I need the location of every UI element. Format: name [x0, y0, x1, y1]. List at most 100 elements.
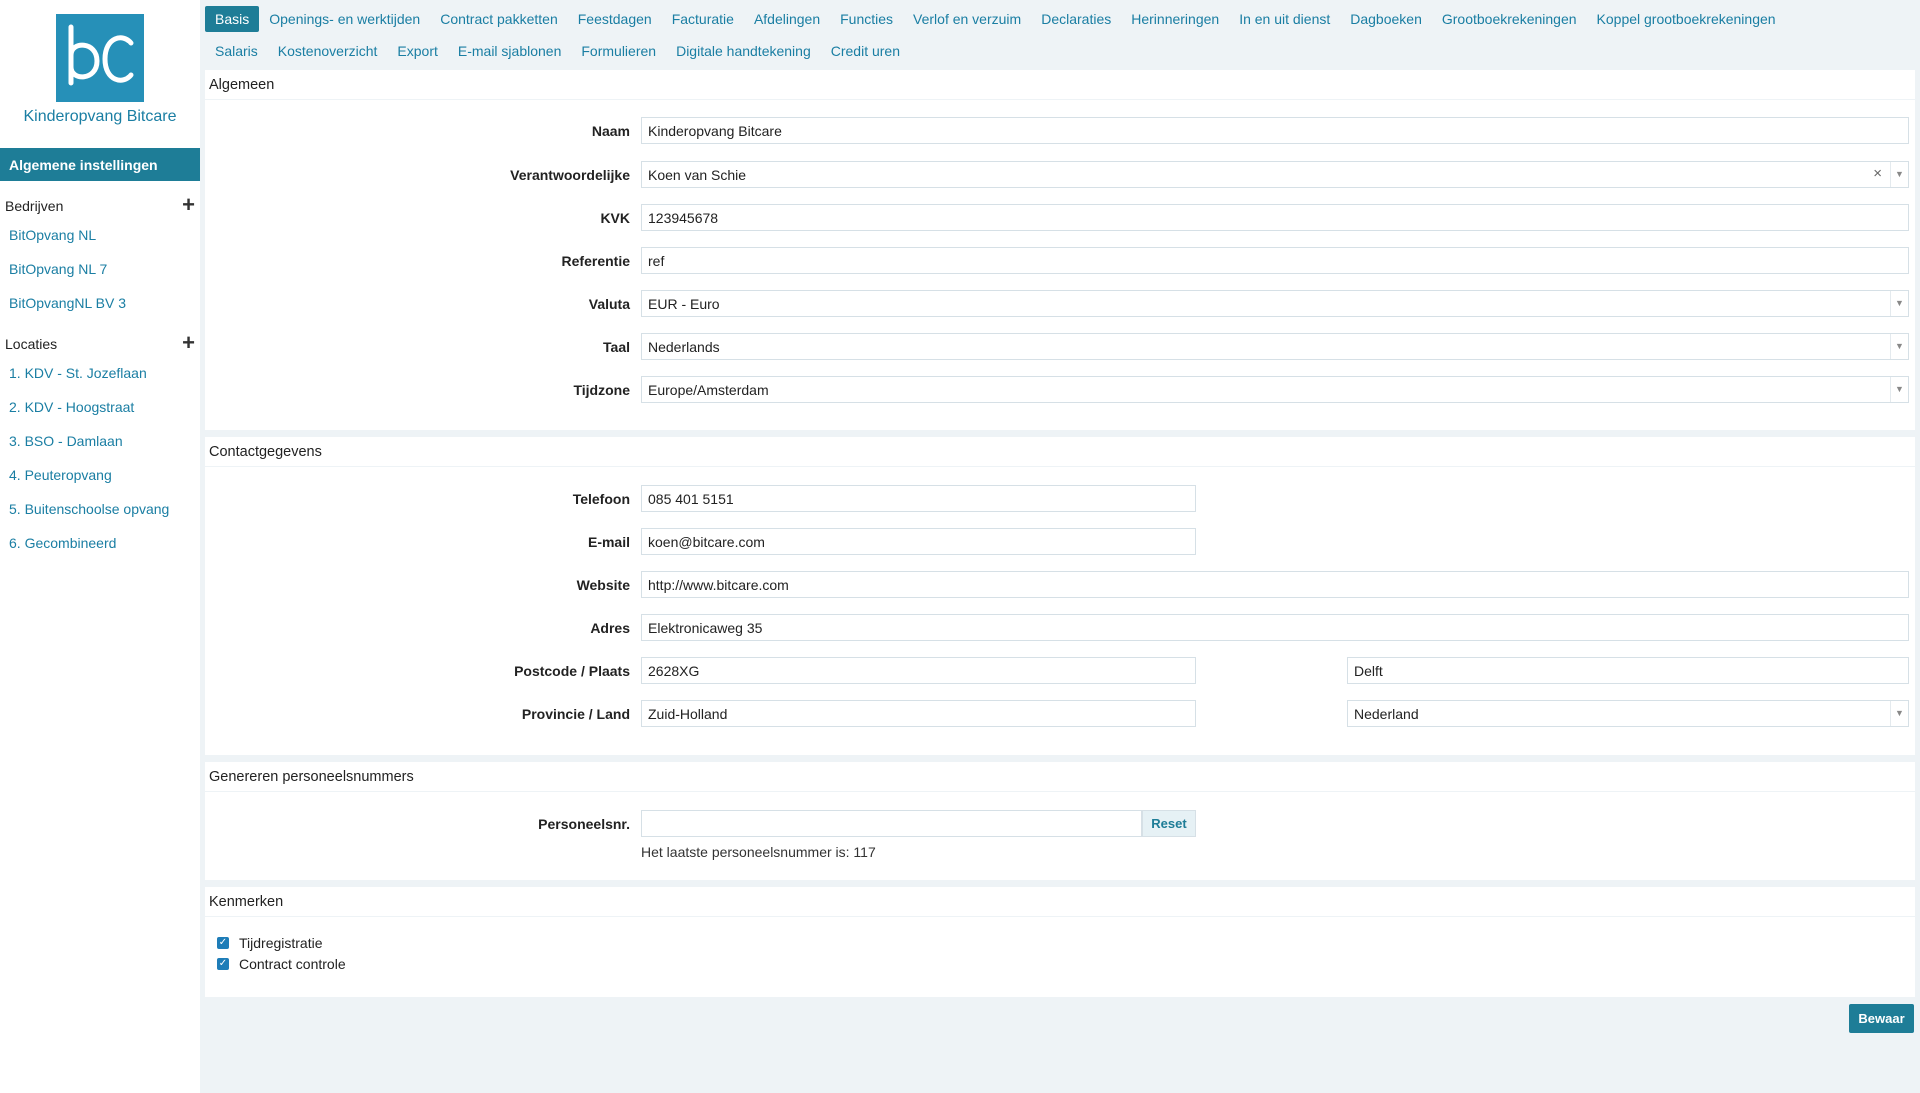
email-label: E-mail	[587, 534, 630, 550]
country-value: Nederland	[1354, 706, 1419, 722]
tab-ledger-accounts[interactable]: Grootboekrekeningen	[1432, 6, 1587, 32]
tab-functions[interactable]: Functies	[830, 6, 903, 32]
tab-link-ledger-accounts[interactable]: Koppel grootboekrekeningen	[1587, 6, 1786, 32]
tab-basis[interactable]: Basis	[205, 6, 260, 32]
timezone-label: Tijdzone	[573, 382, 630, 398]
province-country-label: Provincie / Land	[521, 706, 630, 722]
location-link[interactable]: 5. Buitenschoolse opvang	[9, 501, 169, 517]
postal-code-input[interactable]	[641, 657, 1196, 684]
contact-panel: Contactgegevens Telefoon E-mail Website …	[205, 437, 1915, 755]
tab-reminders[interactable]: Herinneringen	[1121, 6, 1229, 32]
city-input[interactable]	[1347, 657, 1909, 684]
tab-journals[interactable]: Dagboeken	[1340, 6, 1432, 32]
companies-header-label: Bedrijven	[5, 198, 64, 214]
feature-contract-control: ✓ Contract controle	[217, 956, 346, 972]
tab-contract-packages[interactable]: Contract pakketten	[430, 6, 568, 32]
logo-icon	[56, 14, 144, 102]
province-input[interactable]	[641, 700, 1196, 727]
general-panel: Algemeen Naam Verantwoordelijke Koen van…	[205, 70, 1915, 430]
currency-value: EUR - Euro	[648, 296, 720, 312]
chevron-down-icon[interactable]: ▼	[1890, 334, 1908, 359]
language-label: Taal	[603, 339, 630, 355]
tab-credit-hours[interactable]: Credit uren	[821, 38, 910, 64]
name-label: Naam	[591, 123, 630, 139]
location-link[interactable]: 3. BSO - Damlaan	[9, 433, 123, 449]
website-input[interactable]	[641, 571, 1909, 598]
sidebar: Kinderopvang Bitcare Algemene instelling…	[0, 0, 200, 1093]
website-label: Website	[576, 577, 630, 593]
tabs-row-1: Basis Openings- en werktijden Contract p…	[205, 6, 1786, 32]
save-button[interactable]: Bewaar	[1849, 1004, 1914, 1033]
address-input[interactable]	[641, 614, 1909, 641]
chevron-down-icon[interactable]: ▼	[1890, 377, 1908, 402]
language-value: Nederlands	[648, 339, 720, 355]
location-link[interactable]: 4. Peuteropvang	[9, 467, 112, 483]
personnel-title: Genereren personeelsnummers	[205, 762, 1915, 792]
tab-departments[interactable]: Afdelingen	[744, 6, 830, 32]
location-link[interactable]: 2. KDV - Hoogstraat	[9, 399, 134, 415]
tab-forms[interactable]: Formulieren	[571, 38, 666, 64]
company-link[interactable]: BitOpvangNL BV 3	[9, 295, 126, 311]
personnel-panel: Genereren personeelsnummers Personeelsnr…	[205, 762, 1915, 880]
add-company-plus-icon[interactable]: +	[182, 194, 195, 216]
tab-digital-signature[interactable]: Digitale handtekening	[666, 38, 821, 64]
tab-invoicing[interactable]: Facturatie	[662, 6, 744, 32]
timezone-value: Europe/Amsterdam	[648, 382, 769, 398]
tab-email-templates[interactable]: E-mail sjablonen	[448, 38, 572, 64]
feature-time-registration: ✓ Tijdregistratie	[217, 935, 323, 951]
add-location-plus-icon[interactable]: +	[182, 332, 195, 354]
timezone-select[interactable]: Europe/Amsterdam ▼	[641, 376, 1909, 403]
chevron-down-icon[interactable]: ▼	[1890, 701, 1908, 726]
responsible-value: Koen van Schie	[648, 167, 747, 183]
clear-icon[interactable]: ×	[1873, 165, 1882, 182]
kvk-label: KVK	[600, 210, 630, 226]
location-link[interactable]: 6. Gecombineerd	[9, 535, 116, 551]
language-select[interactable]: Nederlands ▼	[641, 333, 1909, 360]
location-link[interactable]: 1. KDV - St. Jozeflaan	[9, 365, 147, 381]
company-link[interactable]: BitOpvang NL 7	[9, 261, 107, 277]
checkbox-checked-icon[interactable]: ✓	[217, 958, 229, 970]
tabs-row-2: Salaris Kostenoverzicht Export E-mail sj…	[205, 38, 910, 64]
nav-general-settings[interactable]: Algemene instellingen	[0, 148, 200, 181]
locations-header-label: Locaties	[5, 336, 58, 352]
tab-declarations[interactable]: Declaraties	[1031, 6, 1121, 32]
reference-input[interactable]	[641, 247, 1909, 274]
logo[interactable]: Kinderopvang Bitcare	[0, 10, 200, 126]
tab-openings[interactable]: Openings- en werktijden	[259, 6, 430, 32]
tab-salary[interactable]: Salaris	[205, 38, 268, 64]
contact-title: Contactgegevens	[205, 437, 1915, 467]
chevron-down-icon[interactable]: ▼	[1890, 162, 1908, 187]
personnel-number-input[interactable]	[641, 810, 1142, 837]
tab-holidays[interactable]: Feestdagen	[568, 6, 662, 32]
tab-onboarding[interactable]: In en uit dienst	[1229, 6, 1340, 32]
email-input[interactable]	[641, 528, 1196, 555]
personnel-number-label: Personeelsnr.	[538, 816, 630, 832]
checkbox-checked-icon[interactable]: ✓	[217, 937, 229, 949]
features-title: Kenmerken	[205, 887, 1915, 917]
company-name: Kinderopvang Bitcare	[23, 108, 177, 125]
currency-label: Valuta	[588, 296, 630, 312]
postal-city-label: Postcode / Plaats	[514, 663, 630, 679]
name-input[interactable]	[641, 117, 1909, 144]
country-select[interactable]: Nederland ▼	[1347, 700, 1909, 727]
kvk-input[interactable]	[641, 204, 1909, 231]
currency-select[interactable]: EUR - Euro ▼	[641, 290, 1909, 317]
tab-leave[interactable]: Verlof en verzuim	[903, 6, 1031, 32]
responsible-label: Verantwoordelijke	[510, 167, 630, 183]
tab-cost-overview[interactable]: Kostenoverzicht	[268, 38, 388, 64]
company-link[interactable]: BitOpvang NL	[9, 227, 96, 243]
locations-header: Locaties +	[5, 332, 195, 356]
chevron-down-icon[interactable]: ▼	[1890, 291, 1908, 316]
feature-label: Contract controle	[239, 956, 346, 972]
feature-label: Tijdregistratie	[239, 935, 323, 951]
responsible-select[interactable]: Koen van Schie × ▼	[641, 161, 1909, 188]
companies-header: Bedrijven +	[5, 194, 195, 218]
phone-input[interactable]	[641, 485, 1196, 512]
reference-label: Referentie	[561, 253, 630, 269]
last-personnel-number-hint: Het laatste personeelsnummer is: 117	[641, 844, 876, 860]
reset-button[interactable]: Reset	[1142, 810, 1196, 837]
features-panel: Kenmerken ✓ Tijdregistratie ✓ Contract c…	[205, 887, 1915, 997]
phone-label: Telefoon	[572, 491, 630, 507]
general-title: Algemeen	[205, 70, 1915, 100]
tab-export[interactable]: Export	[387, 38, 447, 64]
